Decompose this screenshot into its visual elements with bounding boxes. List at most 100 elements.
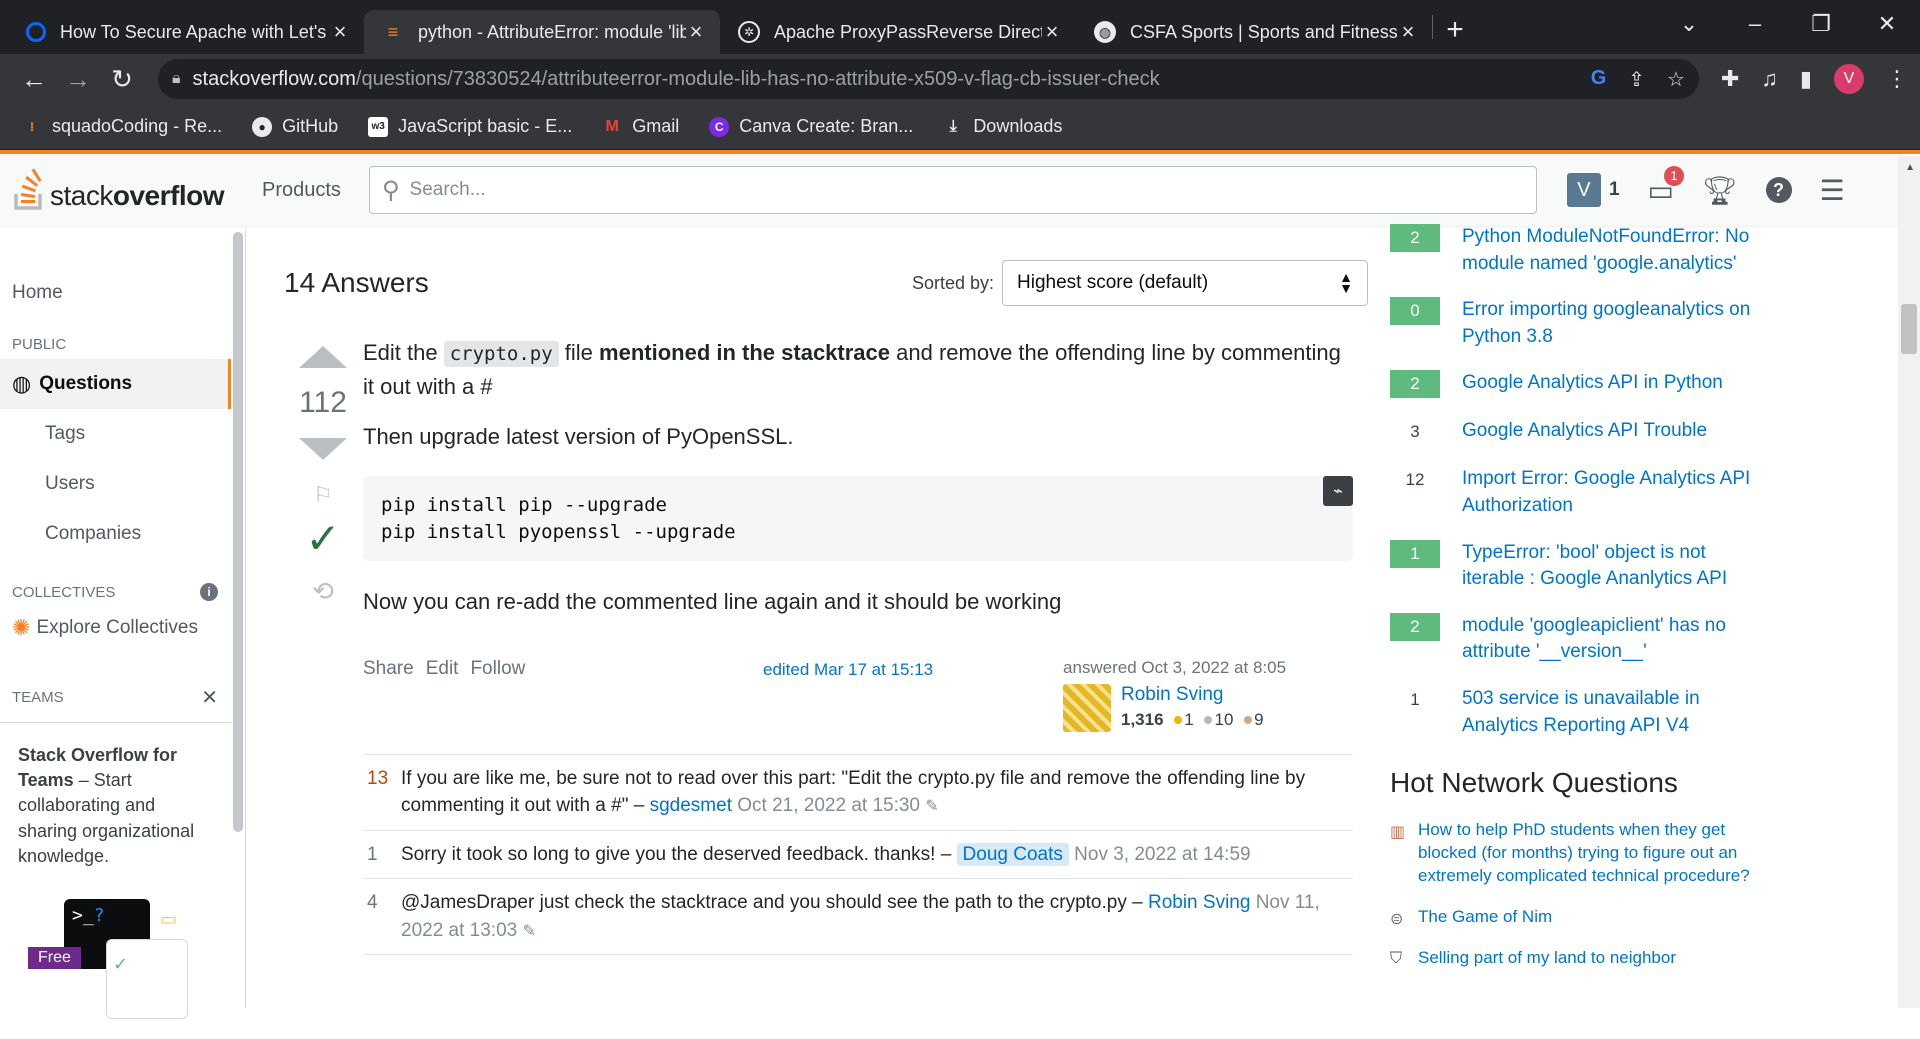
bold-text: mentioned in the stacktrace (599, 340, 890, 365)
comment-date[interactable]: Nov 3, 2022 at 14:59 (1074, 844, 1250, 865)
close-tab-icon[interactable]: × (1042, 19, 1062, 45)
edited-link[interactable]: edited Mar 17 at 15:13 (763, 660, 1063, 680)
scroll-up-icon[interactable]: ▲ (1905, 162, 1915, 173)
close-icon[interactable]: ✕ (201, 685, 218, 710)
left-nav-scrollbar[interactable] (231, 230, 245, 1008)
user-card: Robin Sving 1,316 1 10 9 (1063, 684, 1286, 732)
comments-list: 13 If you are like me, be sure not to re… (363, 754, 1353, 956)
pencil-icon: ✎ (925, 798, 938, 815)
forward-icon[interactable]: → (56, 64, 100, 95)
media-icon[interactable]: ♫ (1761, 66, 1778, 92)
bookmark-icon[interactable]: ⚐ (313, 482, 333, 508)
sort-select[interactable]: Highest score (default) ▲▼ (1002, 260, 1368, 306)
comment-user-link[interactable]: Doug Coats (957, 843, 1069, 866)
follow-link[interactable]: Follow (470, 658, 525, 680)
upvote-icon[interactable] (299, 346, 347, 368)
nav-users[interactable]: Users (0, 459, 245, 509)
search-input[interactable]: ⚲ Search... (369, 166, 1537, 214)
related-link[interactable]: Python ModuleNotFoundError: No module na… (1462, 224, 1772, 277)
help-icon[interactable]: ? (1766, 177, 1792, 203)
user-profile-link[interactable]: V 1 (1567, 173, 1620, 207)
reputation-value: 1,316 (1121, 710, 1164, 729)
related-link[interactable]: 503 service is unavailable in Analytics … (1462, 686, 1772, 739)
close-window-icon[interactable]: ✕ (1854, 11, 1920, 37)
scrollbar-thumb[interactable] (233, 232, 243, 832)
tab-search-icon[interactable]: ⌄ (1656, 11, 1722, 37)
nav-questions[interactable]: ◍ Questions (0, 359, 231, 409)
teams-label: TEAMS (12, 689, 64, 706)
hot-link[interactable]: How to help PhD students when they get b… (1418, 819, 1772, 888)
minimize-icon[interactable]: – (1722, 11, 1788, 37)
close-tab-icon[interactable]: × (686, 19, 706, 45)
menu-icon[interactable]: ⋮ (1886, 66, 1908, 92)
bookmark-squadocoding[interactable]: ⁝ squadoCoding - Re... (22, 116, 222, 137)
restore-icon[interactable]: ❐ (1788, 11, 1854, 37)
side-panel-icon[interactable]: ▮ (1800, 66, 1812, 92)
main-content: 14 Answers Sorted by: Highest score (def… (246, 230, 1352, 1008)
site-switcher-icon[interactable]: ☰ (1820, 174, 1845, 207)
hot-item: ⊜ The Game of Nim (1390, 906, 1772, 929)
reload-icon[interactable]: ↻ (100, 64, 144, 95)
globe-icon: ◍ (1094, 21, 1116, 43)
comment-body: Sorry it took so long to give you the de… (401, 841, 1353, 869)
related-link[interactable]: TypeError: 'bool' object is not iterable… (1462, 540, 1772, 593)
related-link[interactable]: Google Analytics API Trouble (1462, 418, 1772, 445)
info-icon[interactable]: i (200, 583, 218, 601)
trophy-icon[interactable]: 🏆︎ (1702, 174, 1738, 207)
bookmark-label: squadoCoding - Re... (52, 116, 222, 137)
user-name-link[interactable]: Robin Sving (1121, 684, 1264, 706)
google-icon[interactable]: G (1591, 67, 1607, 92)
hot-link[interactable]: Selling part of my land to neighbor (1418, 947, 1772, 970)
back-icon[interactable]: ← (12, 64, 56, 95)
inbox-icon[interactable]: ▭1 (1648, 174, 1674, 207)
openai-icon: ✲ (738, 21, 760, 43)
related-link[interactable]: module 'googleapiclient' has no attribut… (1462, 613, 1772, 666)
close-tab-icon[interactable]: × (1398, 19, 1418, 45)
nav-home[interactable]: Home (0, 274, 245, 312)
page-scrollbar[interactable]: ▲ (1898, 156, 1920, 1008)
browser-tab-3[interactable]: ✲ Apache ProxyPassReverse Directive × (720, 10, 1076, 54)
tab-title: CSFA Sports | Sports and Fitness Academy (1130, 22, 1398, 43)
comment-date[interactable]: Oct 21, 2022 at 15:30 (737, 795, 920, 816)
edit-link[interactable]: Edit (426, 658, 459, 680)
vote-count: 112 (299, 386, 347, 420)
new-tab-button[interactable]: + (1433, 13, 1477, 47)
comment-score: 1 (363, 841, 401, 869)
star-icon[interactable]: ☆ (1667, 67, 1685, 92)
bookmark-github[interactable]: ● GitHub (252, 116, 338, 137)
nav-tags[interactable]: Tags (0, 409, 245, 459)
nav-explore-collectives[interactable]: ✺ Explore Collectives (0, 607, 245, 649)
share-icon[interactable]: ⇪ (1628, 67, 1645, 92)
avatar[interactable] (1063, 684, 1111, 732)
related-item: 1 503 service is unavailable in Analytic… (1390, 686, 1772, 739)
comment-user-link[interactable]: Robin Sving (1148, 892, 1250, 913)
comment-user-link[interactable]: sgdesmet (650, 795, 732, 816)
hot-link[interactable]: The Game of Nim (1418, 906, 1772, 929)
history-icon[interactable]: ⟲ (312, 576, 334, 607)
explore-collectives-label: Explore Collectives (36, 617, 198, 639)
browser-tab-1[interactable]: How To Secure Apache with Let's Encrypt … (8, 10, 364, 54)
share-link[interactable]: Share (363, 658, 414, 680)
browser-tab-4[interactable]: ◍ CSFA Sports | Sports and Fitness Acade… (1076, 10, 1432, 54)
downvote-icon[interactable] (299, 438, 347, 460)
collectives-icon: ✺ (12, 615, 30, 641)
related-link[interactable]: Import Error: Google Analytics API Autho… (1462, 466, 1772, 519)
scrollbar-thumb[interactable] (1901, 304, 1917, 354)
bookmark-gmail[interactable]: M Gmail (602, 116, 679, 137)
related-item: 2 module 'googleapiclient' has no attrib… (1390, 613, 1772, 666)
search-placeholder: Search... (410, 179, 486, 201)
browser-tab-2[interactable]: ≡ python - AttributeError: module 'lib' … (364, 10, 720, 54)
bookmark-canva[interactable]: C Canva Create: Bran... (709, 116, 913, 137)
related-link[interactable]: Error importing googleanalytics on Pytho… (1462, 297, 1772, 350)
so-logo[interactable]: stackoverflow (12, 168, 224, 212)
copy-code-icon[interactable]: ⌁ (1323, 476, 1353, 506)
nav-companies[interactable]: Companies (0, 509, 245, 559)
profile-avatar[interactable]: V (1834, 64, 1864, 94)
address-bar[interactable]: 🔒︎ stackoverflow.com/questions/73830524/… (158, 59, 1699, 99)
close-tab-icon[interactable]: × (330, 19, 350, 45)
bookmark-downloads[interactable]: ⤓ Downloads (943, 116, 1062, 137)
extensions-icon[interactable]: ✚ (1721, 66, 1739, 92)
related-link[interactable]: Google Analytics API in Python (1462, 370, 1772, 397)
bookmark-w3[interactable]: w3 JavaScript basic - E... (368, 116, 572, 137)
products-link[interactable]: Products (262, 179, 341, 202)
